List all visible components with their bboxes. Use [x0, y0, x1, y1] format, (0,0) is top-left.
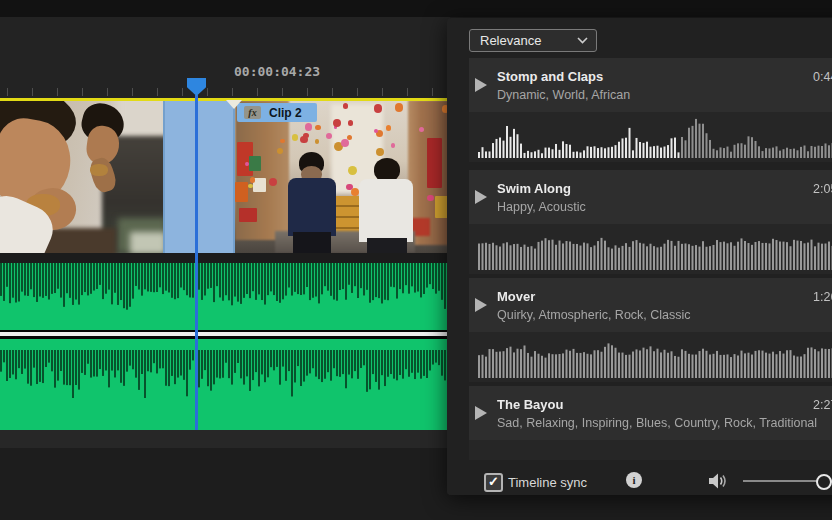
volume-slider-knob[interactable]	[816, 474, 832, 490]
play-icon[interactable]	[475, 78, 487, 92]
chevron-down-icon	[577, 37, 588, 44]
clip2-thumbnail[interactable]	[235, 100, 450, 253]
timeline-sync-label: Timeline sync	[508, 475, 587, 490]
track-row[interactable]: Mover Quirky, Atmospheric, Rock, Classic 1…	[469, 278, 832, 382]
track-title: Mover	[497, 289, 535, 304]
track-tags: Dynamic, World, African	[497, 88, 630, 102]
play-icon[interactable]	[475, 298, 487, 312]
track-tags: Quirky, Atmospheric, Rock, Classic	[497, 308, 691, 322]
clip2-label-bar[interactable]: fx Clip 2	[237, 103, 317, 122]
track-row[interactable]: Swim Along Happy, Acoustic 2:05	[469, 170, 832, 274]
app-top-strip	[0, 0, 832, 17]
timecode-display: 00:00:04:23	[234, 64, 320, 79]
play-icon[interactable]	[475, 190, 487, 204]
timeline-ruler[interactable]	[7, 88, 450, 96]
track-title: The Bayou	[497, 397, 563, 412]
fx-badge-icon: fx	[244, 106, 261, 119]
track-duration: 2:05	[813, 182, 832, 196]
panel-footer: ✓ Timeline sync i	[447, 460, 832, 495]
audio-browser-panel: Relevance Stomp and Claps Dynamic, World,…	[447, 18, 832, 495]
video-track	[0, 100, 450, 253]
track-waveform[interactable]	[469, 332, 832, 382]
track-tags: Happy, Acoustic	[497, 200, 586, 214]
info-icon[interactable]: i	[626, 472, 642, 488]
track-tags: Sad, Relaxing, Inspiring, Blues, Country…	[497, 416, 817, 430]
volume-icon[interactable]	[708, 473, 728, 493]
clip2-name: Clip 2	[269, 106, 302, 120]
timeline-sync-checkbox[interactable]: ✓	[484, 473, 503, 492]
track-duration: 1:26	[813, 290, 832, 304]
track-duration: 2:27	[813, 398, 832, 412]
track-row[interactable]: Stomp and Claps Dynamic, World, African 0:…	[469, 58, 832, 162]
selected-gap-region[interactable]	[163, 100, 235, 253]
selection-highlight-line	[0, 98, 450, 101]
sort-dropdown[interactable]: Relevance	[469, 29, 597, 52]
track-waveform[interactable]	[469, 224, 832, 274]
play-icon[interactable]	[475, 406, 487, 420]
timeline-panel: 00:00:04:23	[0, 17, 450, 448]
playhead-line	[195, 95, 198, 430]
clip1-thumbnail[interactable]	[0, 100, 163, 253]
audio-waveform-channel2[interactable]	[0, 350, 450, 430]
track-title: Swim Along	[497, 181, 571, 196]
track-waveform[interactable]	[469, 112, 832, 162]
audio-waveform-channel1[interactable]	[0, 263, 450, 330]
track-title: Stomp and Claps	[497, 69, 603, 84]
track-duration: 0:44	[813, 70, 832, 84]
